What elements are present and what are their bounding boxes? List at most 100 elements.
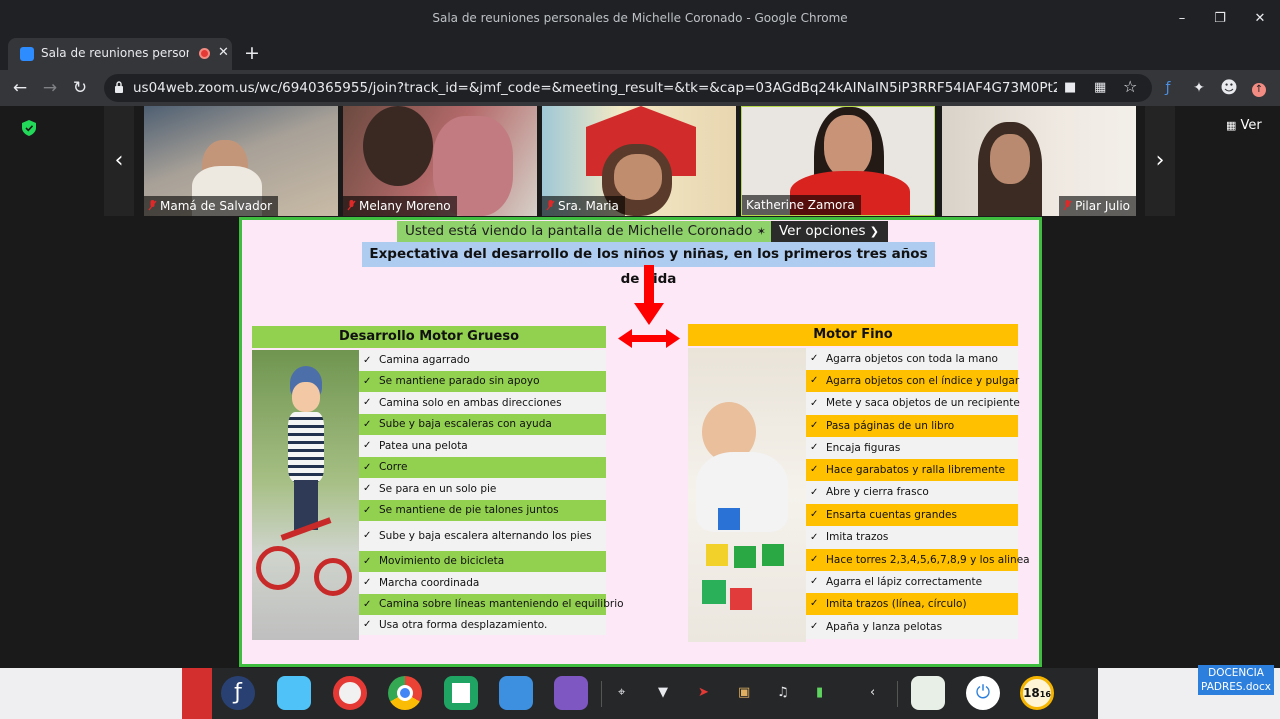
list-item: ✓ Camina solo en ambas direcciones <box>359 392 606 414</box>
translate-icon[interactable]: ▦ <box>1094 80 1106 95</box>
chevron-down-icon: ❯ <box>869 225 880 238</box>
bookmark-star-icon[interactable]: ☆ <box>1123 77 1137 96</box>
gallery-next-button[interactable]: › <box>1145 106 1175 216</box>
mic-muted-icon <box>546 200 555 211</box>
back-icon[interactable]: ← <box>8 76 32 100</box>
airplane-icon[interactable]: ➤ <box>698 685 709 700</box>
participant-name-label: Katherine Zamora <box>742 195 861 215</box>
list-item: ✓ Ensarta cuentas grandes <box>806 504 1018 526</box>
url-text: us04web.zoom.us/wc/6940365955/join?track… <box>133 80 1057 96</box>
baby-blocks-photo <box>688 348 806 642</box>
zoom-favicon-icon <box>20 47 34 61</box>
list-item: ✓ Pasa páginas de un libro <box>806 415 1018 437</box>
tab-title: Sala de reuniones personales de Michelle… <box>41 46 189 60</box>
wallpaper-left <box>0 668 212 719</box>
camera-icon[interactable]: ■ <box>1064 80 1076 95</box>
fedora-extension-icon[interactable]: ƒ <box>1156 76 1180 100</box>
wifi-icon[interactable]: ▼ <box>658 685 668 700</box>
list-item: ✓ Agarra objetos con toda la mano <box>806 348 1018 370</box>
list-item: ✓ Hace garabatos y ralla libremente <box>806 459 1018 481</box>
update-icon[interactable]: ↑ <box>1247 76 1271 100</box>
lock-icon <box>115 81 123 93</box>
list-item: ✓ Imita trazos (línea, círculo) <box>806 593 1018 615</box>
window-title: Sala de reuniones personales de Michelle… <box>432 11 848 25</box>
pin-icon[interactable]: ✶ <box>757 225 766 238</box>
participant-video[interactable]: Mamá de Salvador <box>144 106 338 216</box>
share-banner: Usted está viendo la pantalla de Michell… <box>397 221 771 242</box>
list-item: ✓ Se mantiene parado sin apoyo <box>359 371 606 392</box>
shared-screen: Usted está viendo la pantalla de Michell… <box>239 217 1042 667</box>
minimize-icon[interactable]: – <box>1170 8 1194 30</box>
red-arrows <box>618 265 680 348</box>
zoom-meeting-area: ‹ Mamá de Salvador Melany Moreno Sra. Ma… <box>0 106 1280 668</box>
child-bicycle-photo <box>252 350 359 640</box>
tray-collapse-icon[interactable]: ‹ <box>870 685 875 700</box>
chrome-icon[interactable] <box>388 676 422 710</box>
list-item: ✓ Se mantiene de pie talones juntos <box>359 500 606 521</box>
profile-icon[interactable]: ☻ <box>1217 76 1241 100</box>
security-shield-icon[interactable] <box>22 120 36 136</box>
package-icon[interactable]: ▣ <box>738 685 750 700</box>
new-tab-button[interactable]: + <box>244 42 260 64</box>
participant-video-active-speaker[interactable]: Katherine Zamora <box>741 106 935 216</box>
clock-widget[interactable]: 1816 <box>1020 676 1054 710</box>
slide-title: Expectativa del desarrollo de los niños … <box>362 242 935 287</box>
volume-icon[interactable]: ♫ <box>777 685 789 700</box>
mic-muted-icon <box>148 200 157 211</box>
view-button[interactable]: ▦ Ver <box>1226 118 1262 133</box>
settings-icon[interactable] <box>333 676 367 710</box>
recording-icon <box>199 48 210 59</box>
hotspot-icon[interactable]: ⌖ <box>618 685 625 700</box>
fine-motor-list: ✓ Agarra objetos con toda la mano ✓ Agarra… <box>806 348 1030 642</box>
trash-icon[interactable] <box>911 676 945 710</box>
list-item: ✓ Marcha coordinada <box>359 572 606 594</box>
participant-name-label: Mamá de Salvador <box>144 196 279 216</box>
list-item: ✓ Agarra objetos con el índice y pulgar <box>806 370 1019 392</box>
close-window-icon[interactable]: ✕ <box>1248 8 1272 30</box>
fine-motor-heading: Motor Fino <box>688 324 1018 346</box>
tab-close-icon[interactable]: ✕ <box>218 45 229 60</box>
dock: ƒ ⌖ ▼ ➤ ▣ ♫ ▮ ‹ ⏻ 1816 <box>212 668 1098 719</box>
power-icon[interactable]: ⏻ <box>966 676 1000 710</box>
reload-icon[interactable]: ↻ <box>68 76 92 100</box>
participant-video[interactable]: Pilar Julio <box>942 106 1136 216</box>
mic-muted-icon <box>347 200 356 211</box>
system-settings-icon[interactable] <box>499 676 533 710</box>
list-item: ✓ Encaja figuras <box>806 437 1018 459</box>
gallery-view-icon: ▦ <box>1226 119 1237 132</box>
desktop-file-label[interactable]: DOCENCIA PADRES.docx <box>1198 665 1274 695</box>
list-item: ✓ Camina sobre líneas manteniendo el equi… <box>359 594 624 615</box>
list-item: ✓ Agarra el lápiz correctamente <box>806 571 1018 593</box>
fedora-launcher-icon[interactable]: ƒ <box>221 676 255 710</box>
gross-motor-heading: Desarrollo Motor Grueso <box>252 326 606 348</box>
participant-name-label: Melany Moreno <box>343 196 457 216</box>
list-item: ✓ Hace torres 2,3,4,5,6,7,8,9 y los aline… <box>806 549 1030 571</box>
list-item: ✓ Movimiento de bicicleta <box>359 551 606 572</box>
participant-name-label: Sra. Maria <box>542 196 625 216</box>
extensions-puzzle-icon[interactable]: ✦ <box>1187 76 1211 100</box>
list-item: ✓ Se para en un solo pie <box>359 478 606 500</box>
files-icon[interactable] <box>277 676 311 710</box>
participant-video[interactable]: Melany Moreno <box>343 106 537 216</box>
battery-icon[interactable]: ▮ <box>816 685 823 700</box>
browser-tab[interactable]: Sala de reuniones personales de Michelle… <box>8 38 232 70</box>
extensions-app-icon[interactable] <box>554 676 588 710</box>
list-item: ✓ Corre <box>359 457 606 478</box>
participant-video[interactable]: Sra. Maria <box>542 106 736 216</box>
spreadsheet-icon[interactable] <box>444 676 478 710</box>
restore-icon[interactable]: ❐ <box>1208 8 1232 30</box>
list-item: ✓ Patea una pelota <box>359 435 606 457</box>
participant-name-label: Pilar Julio <box>1059 196 1136 216</box>
list-item: ✓ Sube y baja escalera alternando los pie… <box>359 521 606 551</box>
list-item: ✓ Mete y saca objetos de un recipiente <box>806 392 1020 415</box>
tab-strip: Sala de reuniones personales de Michelle… <box>0 38 1280 70</box>
gross-motor-list: ✓ Camina agarrado ✓ Se mantiene parado sin… <box>359 350 624 640</box>
browser-toolbar: ← → ↻ us04web.zoom.us/wc/6940365955/join… <box>0 70 1280 106</box>
view-options-button[interactable]: Ver opciones ❯ <box>771 221 888 242</box>
list-item: ✓ Imita trazos <box>806 526 1018 549</box>
gallery-prev-button[interactable]: ‹ <box>104 106 134 216</box>
list-item: ✓ Sube y baja escaleras con ayuda <box>359 414 606 435</box>
address-bar[interactable]: us04web.zoom.us/wc/6940365955/join?track… <box>104 74 1152 102</box>
forward-icon[interactable]: → <box>38 76 62 100</box>
list-item: ✓ Apaña y lanza pelotas <box>806 615 1018 639</box>
